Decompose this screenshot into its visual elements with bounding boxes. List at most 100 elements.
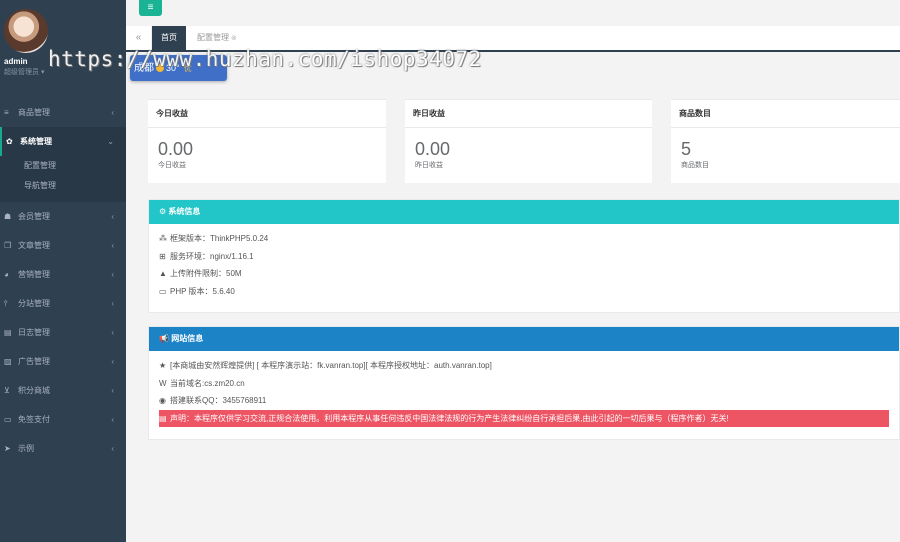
sidebar-item-label: 日志管理 xyxy=(18,328,50,337)
menu-toggle-button[interactable]: ≡ xyxy=(139,0,162,16)
info-line-credits: ★ [本商城由安然辉煌提供] [ 本程序演示站：fk.vanran.top][ 本… xyxy=(159,357,889,375)
watermark-url: https://www.huzhan.com/ishop34072 xyxy=(48,47,482,71)
profile-name: admin xyxy=(4,57,28,66)
sidebar-item-goods[interactable]: ≡ 商品管理 ‹ xyxy=(0,98,126,127)
site-info-panel: 📢 网站信息 ★ [本商城由安然辉煌提供] [ 本程序演示站：fk.vanran.… xyxy=(148,326,900,440)
list-icon: ≡ xyxy=(4,108,9,117)
notice-text: 声明：本程序仅供学习交流,正规合法使用。利用本程序从事任何违反中国法律法规的行为… xyxy=(170,413,729,423)
wikipedia-icon: W xyxy=(159,378,167,388)
system-info-panel: ⚙ 系统信息 ⁂ 框架版本：ThinkPHP5.0.24 ⊞ 服务环境：nginx/… xyxy=(148,199,900,313)
stat-label: 今日收益 xyxy=(158,162,186,169)
sidebar-item-label: 积分商城 xyxy=(18,386,50,395)
info-text: [本商城由安然辉煌提供] [ 本程序演示站：fk.vanran.top][ 本程… xyxy=(170,361,492,370)
sitemap-icon: ⁂ xyxy=(159,234,167,243)
chevron-left-icon: ‹ xyxy=(111,108,114,117)
stat-value: 5 xyxy=(681,139,692,159)
sidebar-item-label: 会员管理 xyxy=(18,212,50,221)
sidebar-item-examples[interactable]: ➤ 示例 ‹ xyxy=(0,434,126,463)
double-chevron-left-icon: « xyxy=(135,32,142,43)
profile-role-dropdown[interactable]: 超级管理员 ▾ xyxy=(4,67,44,77)
qq-icon: ◉ xyxy=(159,396,166,405)
stat-title: 昨日收益 xyxy=(405,100,652,128)
stat-value: 0.00 xyxy=(415,139,451,159)
stat-label: 昨日收益 xyxy=(415,162,443,169)
sidebar-item-points-mall[interactable]: ⊻ 积分商城 ‹ xyxy=(0,376,126,405)
pie-chart-icon: ◕ xyxy=(4,270,9,279)
info-line-domain: W 当前域名:cs.zm20.cn xyxy=(159,375,889,393)
sidebar-subitem-config[interactable]: 配置管理 xyxy=(0,156,126,176)
book-icon: ▤ xyxy=(4,328,12,337)
chevron-left-icon: ‹ xyxy=(111,212,114,221)
sidebar-item-system[interactable]: ✿ 系统管理 ⌄ xyxy=(0,127,126,156)
users-icon: ☗ xyxy=(4,212,12,221)
chevron-left-icon: ‹ xyxy=(111,328,114,337)
sidebar-nav: ≡ 商品管理 ‹ ✿ 系统管理 ⌄ 配置管理 导航管理 ☗ 会员管理 ‹ ❐ 文章管理 ‹ ◕ 营… xyxy=(0,98,126,463)
pin-icon: ⫯ xyxy=(4,299,8,308)
chevron-left-icon: ‹ xyxy=(111,386,114,395)
info-line-framework: ⁂ 框架版本：ThinkPHP5.0.24 xyxy=(159,230,889,248)
sidebar-item-members[interactable]: ☗ 会员管理 ‹ xyxy=(0,202,126,231)
sidebar-item-marketing[interactable]: ◕ 营销管理 ‹ xyxy=(0,260,126,289)
chevron-left-icon: ‹ xyxy=(111,415,114,424)
info-text: 框架版本：ThinkPHP5.0.24 xyxy=(170,234,269,243)
chevron-left-icon: ‹ xyxy=(111,357,114,366)
tab-label: 首页 xyxy=(161,33,177,42)
info-text: 上传附件限制：50M xyxy=(170,269,242,278)
cogs-icon: ⚙ xyxy=(159,207,167,216)
chevron-down-icon: ⌄ xyxy=(107,137,114,146)
info-text: PHP 版本：5.6.40 xyxy=(170,286,235,296)
warning-icon: ▲ xyxy=(159,269,167,278)
info-text: 搭建联系QQ：3455768911 xyxy=(170,396,267,405)
avatar[interactable] xyxy=(4,9,48,53)
sidebar-item-label: 文章管理 xyxy=(18,241,50,250)
sidebar-item-substations[interactable]: ⫯ 分站管理 ‹ xyxy=(0,289,126,318)
stat-card-yesterday-income: 昨日收益 0.00 昨日收益 xyxy=(405,99,652,183)
list-alt-icon: ▤ xyxy=(159,413,167,423)
credit-card-icon: ▭ xyxy=(4,415,12,424)
stat-title: 今日收益 xyxy=(148,100,386,128)
disclaimer-notice: ▤ 声明：本程序仅供学习交流,正规合法使用。利用本程序从事任何违反中国法律法规的行… xyxy=(159,409,889,427)
panel-title: 网站信息 xyxy=(171,334,204,343)
panel-header: ⚙ 系统信息 xyxy=(149,200,899,224)
info-line-server: ⊞ 服务环境：nginx/1.16.1 xyxy=(159,248,889,266)
credit-card-icon: ▭ xyxy=(159,286,167,296)
close-icon[interactable]: ⊗ xyxy=(231,35,237,42)
image-icon: ▨ xyxy=(4,357,12,366)
sidebar-subitem-navigation[interactable]: 导航管理 xyxy=(0,176,126,196)
sidebar-item-label: 免签支付 xyxy=(18,415,50,424)
info-line-contact: ◉ 搭建联系QQ：3455768911 xyxy=(159,392,889,410)
sidebar-item-logs[interactable]: ▤ 日志管理 ‹ xyxy=(0,318,126,347)
bullhorn-icon: 📢 xyxy=(159,334,169,343)
windows-icon: ⊞ xyxy=(159,251,166,261)
panel-title: 系统信息 xyxy=(168,207,201,216)
gear-icon: ✿ xyxy=(6,137,13,146)
sidebar-item-label: 系统管理 xyxy=(20,137,52,146)
top-bar: ≡ xyxy=(126,0,900,26)
sidebar-item-articles[interactable]: ❐ 文章管理 ‹ xyxy=(0,231,126,260)
stat-value: 0.00 xyxy=(158,139,194,159)
sidebar-item-label: 商品管理 xyxy=(18,108,50,117)
sidebar-subnav-system: 配置管理 导航管理 xyxy=(0,156,126,202)
chevron-left-icon: ‹ xyxy=(111,299,114,308)
tab-label: 配置管理 xyxy=(197,33,229,42)
sidebar-item-label: 营销管理 xyxy=(18,270,50,279)
sidebar: admin 超级管理员 ▾ ≡ 商品管理 ‹ ✿ 系统管理 ⌄ 配置管理 导航管理 ☗ 会… xyxy=(0,0,126,542)
stat-label: 商品数目 xyxy=(681,162,709,169)
info-line-upload-limit: ▲ 上传附件限制：50M xyxy=(159,265,889,283)
chevron-left-icon: ‹ xyxy=(111,444,114,453)
panel-body: ★ [本商城由安然辉煌提供] [ 本程序演示站：fk.vanran.top][ 本… xyxy=(149,351,899,433)
sidebar-item-label: 分站管理 xyxy=(18,299,50,308)
panel-header: 📢 网站信息 xyxy=(149,327,899,351)
stat-card-today-income: 今日收益 0.00 今日收益 xyxy=(148,99,386,183)
sidebar-item-label: 广告管理 xyxy=(18,357,50,366)
info-text: 当前域名:cs.zm20.cn xyxy=(170,378,245,388)
caret-down-icon: ▾ xyxy=(40,69,45,76)
cart-icon: ⊻ xyxy=(4,386,10,395)
sidebar-item-label: 示例 xyxy=(18,444,34,453)
hamburger-icon: ≡ xyxy=(147,2,154,13)
sidebar-item-ads[interactable]: ▨ 广告管理 ‹ xyxy=(0,347,126,376)
chevron-left-icon: ‹ xyxy=(111,241,114,250)
profile-role: 超级管理员 xyxy=(4,69,39,76)
star-icon: ★ xyxy=(159,361,167,370)
sidebar-item-payment[interactable]: ▭ 免签支付 ‹ xyxy=(0,405,126,434)
